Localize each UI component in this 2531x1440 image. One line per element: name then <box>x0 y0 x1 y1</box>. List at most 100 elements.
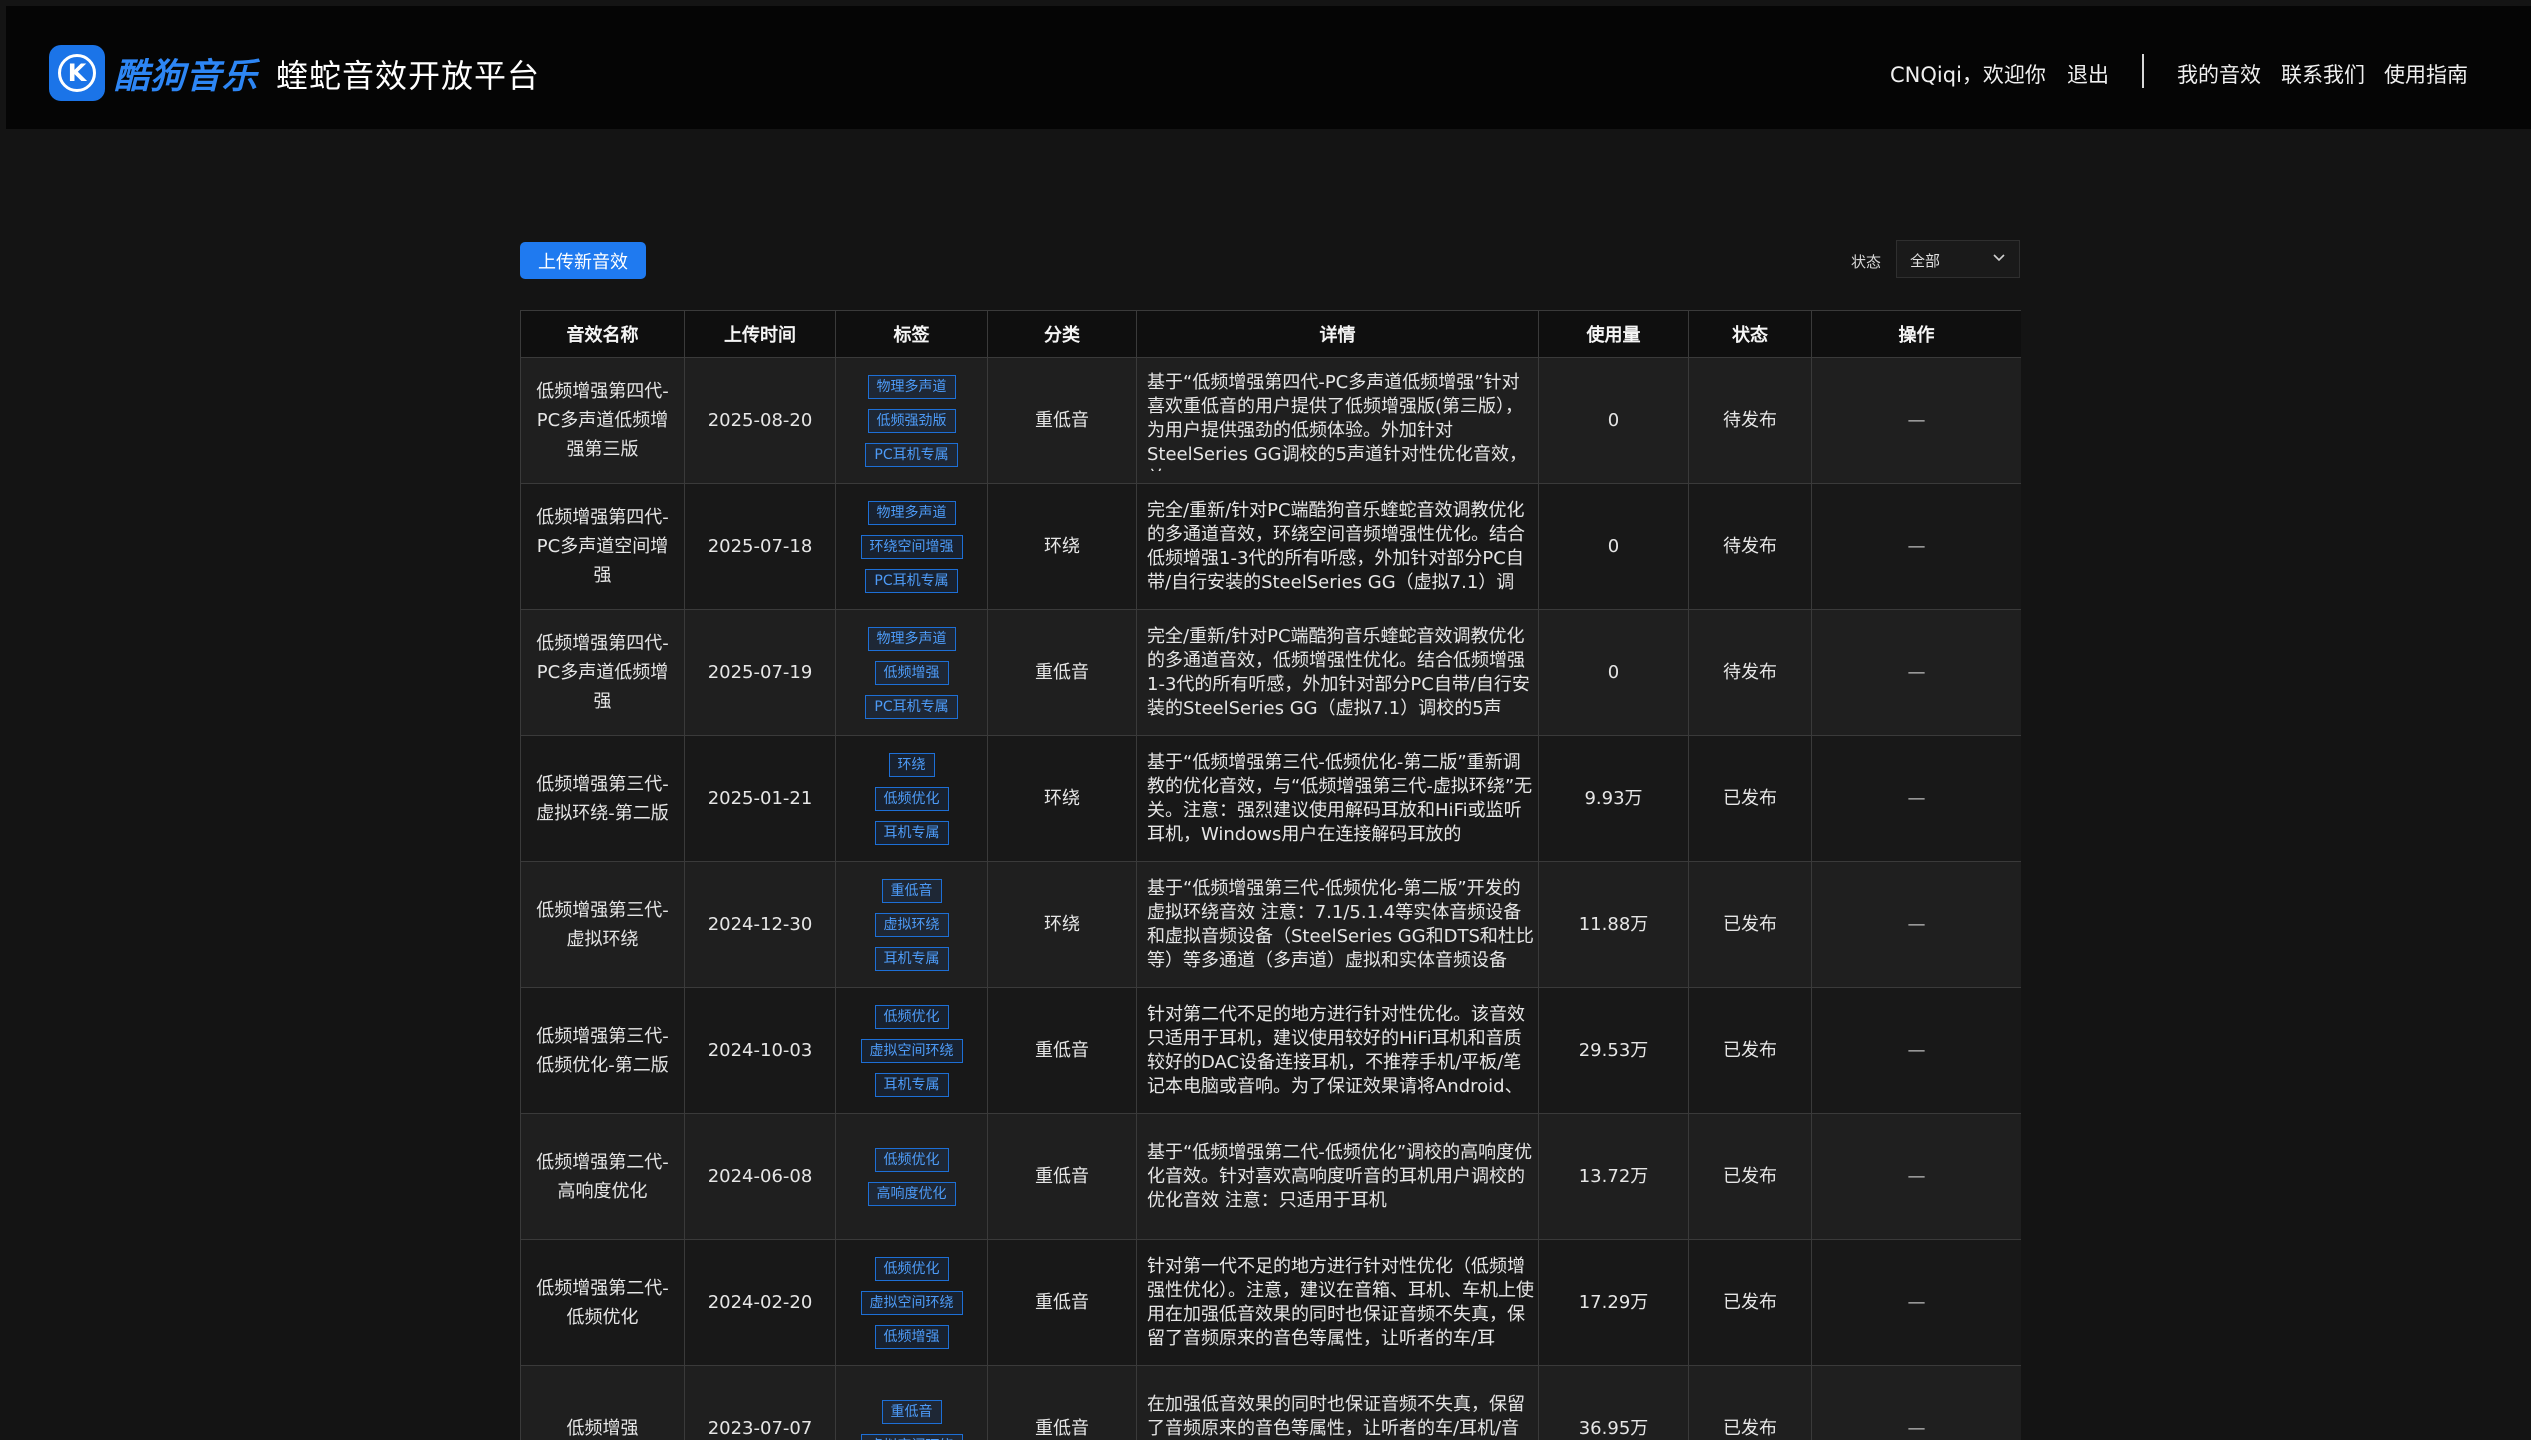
detail-text: 针对第二代不足的地方进行针对性优化。该音效只适用于耳机，建议使用较好的HiFi耳… <box>1147 1003 1525 1097</box>
table-row[interactable]: 低频增强第二代-低频优化 2024-02-20 低频优化 虚拟空间环绕 低频增强 重低音针… <box>520 1239 2021 1366</box>
table-row[interactable]: 低频增强第二代-高响度优化 2024-06-08 低频优化 高响度优化 重低音 基于“低频… <box>520 1113 2021 1240</box>
status-filter-label: 状态 <box>1851 253 1882 271</box>
category-cell: 重低音 <box>987 609 1137 736</box>
upload-time-cell: 2025-08-20 <box>684 357 836 484</box>
tag-list: 环绕 低频优化 耳机专属 <box>836 748 987 850</box>
detail-cell: 针对第一代不足的地方进行针对性优化（低频增强性优化）。注意，建议在音箱、耳机、车… <box>1136 1239 1539 1366</box>
action-cell[interactable]: — <box>1811 987 2021 1114</box>
tag-badge: 耳机专属 <box>874 1072 949 1097</box>
upload-time-cell: 2024-06-08 <box>684 1113 836 1240</box>
tag-badge: 高响度优化 <box>867 1181 956 1206</box>
platform-title: 蝰蛇音效开放平台 <box>276 57 541 95</box>
effect-name-cell: 低频增强第二代-低频优化 <box>520 1239 685 1366</box>
effect-name-cell: 低频增强第四代-PC多声道空间增强 <box>520 483 685 610</box>
tag-badge: 虚拟空间环绕 <box>860 1433 963 1440</box>
tag-badge: 耳机专属 <box>874 820 949 845</box>
tags-cell: 环绕 低频优化 耳机专属 <box>835 735 988 862</box>
action-cell[interactable]: — <box>1811 357 2021 484</box>
detail-text: 基于“低频增强第三代-低频优化-第二版”开发的虚拟环绕音效 注意：7.1/5.1… <box>1147 877 1534 971</box>
detail-cell: 完全/重新/针对PC端酷狗音乐蝰蛇音效调教优化的多通道音效，环绕空间音频增强性优… <box>1136 483 1539 610</box>
usage-cell: 0 <box>1538 483 1689 610</box>
upload-time-cell: 2024-12-30 <box>684 861 836 988</box>
tag-list: 低频优化 虚拟空间环绕 耳机专属 <box>836 1000 987 1102</box>
detail-text: 基于“低频增强第四代-PC多声道低频增强”针对喜欢重低音的用户提供了低频增强版(… <box>1147 371 1528 471</box>
detail-cell: 在加强低音效果的同时也保证音频不失真，保留了音频原来的音色等属性，让听者的车/耳… <box>1136 1365 1539 1440</box>
status-cell: 已发布 <box>1688 1239 1812 1366</box>
tag-badge: 低频优化 <box>874 1256 949 1281</box>
table-row[interactable]: 低频增强第三代-虚拟环绕-第二版 2025-01-21 环绕 低频优化 耳机专属 环绕 基于… <box>520 735 2021 862</box>
tag-badge: 低频优化 <box>874 1147 949 1172</box>
tag-list: 物理多声道 环绕空间增强 PC耳机专属 <box>836 496 987 598</box>
action-cell[interactable]: — <box>1811 483 2021 610</box>
upload-time-cell: 2025-07-19 <box>684 609 836 736</box>
kugou-logo-icon[interactable]: K <box>49 45 105 101</box>
category-cell: 重低音 <box>987 1365 1137 1440</box>
action-cell[interactable]: — <box>1811 1113 2021 1240</box>
tag-badge: PC耳机专属 <box>865 694 958 719</box>
status-cell: 待发布 <box>1688 357 1812 484</box>
detail-cell: 基于“低频增强第三代-低频优化-第二版”开发的虚拟环绕音效 注意：7.1/5.1… <box>1136 861 1539 988</box>
logout-link[interactable]: 退出 <box>2067 59 2109 89</box>
category-cell: 重低音 <box>987 1239 1137 1366</box>
status-cell: 已发布 <box>1688 735 1812 862</box>
tag-badge: 低频增强 <box>874 1324 949 1349</box>
nav-contact-us[interactable]: 联系我们 <box>2281 59 2365 89</box>
tag-badge: 低频强劲版 <box>867 408 956 433</box>
status-cell: 已发布 <box>1688 1113 1812 1240</box>
tags-cell: 重低音虚拟空间环绕 <box>835 1365 988 1440</box>
effect-name-cell: 低频增强 <box>520 1365 685 1440</box>
table-row[interactable]: 低频增强第四代-PC多声道空间增强 2025-07-18 物理多声道 环绕空间增强 PC… <box>520 483 2021 610</box>
nav-my-effects[interactable]: 我的音效 <box>2177 59 2261 89</box>
tag-badge: 重低音 <box>881 1399 942 1424</box>
brand-name[interactable]: 酷狗音乐 <box>114 48 258 99</box>
table-row[interactable]: 低频增强2023-07-07重低音虚拟空间环绕重低音在加强低音效果的同时也保证音… <box>520 1365 2021 1440</box>
action-cell[interactable]: — <box>1811 1239 2021 1366</box>
table-row[interactable]: 低频增强第三代-低频优化-第二版 2024-10-03 低频优化 虚拟空间环绕 耳机专属… <box>520 987 2021 1114</box>
action-cell[interactable]: — <box>1811 735 2021 862</box>
upload-time-cell: 2024-10-03 <box>684 987 836 1114</box>
usage-cell: 11.88万 <box>1538 861 1689 988</box>
tag-badge: 耳机专属 <box>874 946 949 971</box>
usage-cell: 36.95万 <box>1538 1365 1689 1440</box>
tags-cell: 低频优化 虚拟空间环绕 低频增强 <box>835 1239 988 1366</box>
detail-text-wrapper: 基于“低频增强第三代-低频优化-第二版”重新调教的优化音效，与“低频增强第三代-… <box>1137 749 1538 849</box>
action-cell[interactable]: — <box>1811 861 2021 988</box>
table-row[interactable]: 低频增强第三代-虚拟环绕 2024-12-30 重低音 虚拟环绕 耳机专属 环绕 基于“低频… <box>520 861 2021 988</box>
usage-cell: 0 <box>1538 357 1689 484</box>
detail-text-wrapper: 完全/重新/针对PC端酷狗音乐蝰蛇音效调教优化的多通道音效，低频增强性优化。结合… <box>1137 623 1538 723</box>
effect-name-cell: 低频增强第三代-低频优化-第二版 <box>520 987 685 1114</box>
detail-text-wrapper: 完全/重新/针对PC端酷狗音乐蝰蛇音效调教优化的多通道音效，环绕空间音频增强性优… <box>1137 497 1538 597</box>
category-cell: 重低音 <box>987 1113 1137 1240</box>
nav-user-guide[interactable]: 使用指南 <box>2384 59 2468 89</box>
detail-text: 完全/重新/针对PC端酷狗音乐蝰蛇音效调教优化的多通道音效，低频增强性优化。结合… <box>1147 625 1530 719</box>
tags-cell: 低频优化 虚拟空间环绕 耳机专属 <box>835 987 988 1114</box>
detail-text-wrapper: 在加强低音效果的同时也保证音频不失真，保留了音频原来的音色等属性，让听者的车/耳… <box>1137 1379 1538 1440</box>
col-header-usage: 使用量 <box>1538 310 1689 358</box>
usage-cell: 17.29万 <box>1538 1239 1689 1366</box>
category-cell: 环绕 <box>987 735 1137 862</box>
tag-list: 物理多声道 低频强劲版 PC耳机专属 <box>836 370 987 472</box>
tag-badge: 环绕空间增强 <box>860 534 963 559</box>
detail-cell: 基于“低频增强第四代-PC多声道低频增强”针对喜欢重低音的用户提供了低频增强版(… <box>1136 357 1539 484</box>
effect-name-cell: 低频增强第三代-虚拟环绕 <box>520 861 685 988</box>
detail-text-wrapper: 基于“低频增强第三代-低频优化-第二版”开发的虚拟环绕音效 注意：7.1/5.1… <box>1137 875 1538 975</box>
tag-list: 低频优化 高响度优化 <box>836 1143 987 1211</box>
col-header-upload-time: 上传时间 <box>684 310 836 358</box>
table-row[interactable]: 低频增强第四代-PC多声道低频增强第三版 2025-08-20 物理多声道 低频强劲版… <box>520 357 2021 484</box>
effects-table-container: 音效名称 上传时间 标签 分类 详情 使用量 状态 操作 低频增强第四代-PC多声道低频增强第… <box>520 310 2021 1440</box>
upload-time-cell: 2023-07-07 <box>684 1365 836 1440</box>
usage-cell: 29.53万 <box>1538 987 1689 1114</box>
tag-badge: 环绕 <box>888 752 935 777</box>
detail-text: 基于“低频增强第三代-低频优化-第二版”重新调教的优化音效，与“低频增强第三代-… <box>1147 751 1533 845</box>
detail-cell: 针对第二代不足的地方进行针对性优化。该音效只适用于耳机，建议使用较好的HiFi耳… <box>1136 987 1539 1114</box>
action-cell[interactable]: — <box>1811 1365 2021 1440</box>
table-row[interactable]: 低频增强第四代-PC多声道低频增强 2025-07-19 物理多声道 低频增强 PC耳机… <box>520 609 2021 736</box>
table-body: 低频增强第四代-PC多声道低频增强第三版 2025-08-20 物理多声道 低频强劲版… <box>520 357 2021 1440</box>
tag-list: 重低音 虚拟环绕 耳机专属 <box>836 874 987 976</box>
action-cell[interactable]: — <box>1811 609 2021 736</box>
upload-new-effect-button[interactable]: 上传新音效 <box>520 242 646 279</box>
detail-text-wrapper: 针对第二代不足的地方进行针对性优化。该音效只适用于耳机，建议使用较好的HiFi耳… <box>1137 1001 1538 1101</box>
effect-name-cell: 低频增强第四代-PC多声道低频增强第三版 <box>520 357 685 484</box>
tags-cell: 物理多声道 低频增强 PC耳机专属 <box>835 609 988 736</box>
status-filter-select[interactable]: 全部 <box>1896 240 2020 278</box>
